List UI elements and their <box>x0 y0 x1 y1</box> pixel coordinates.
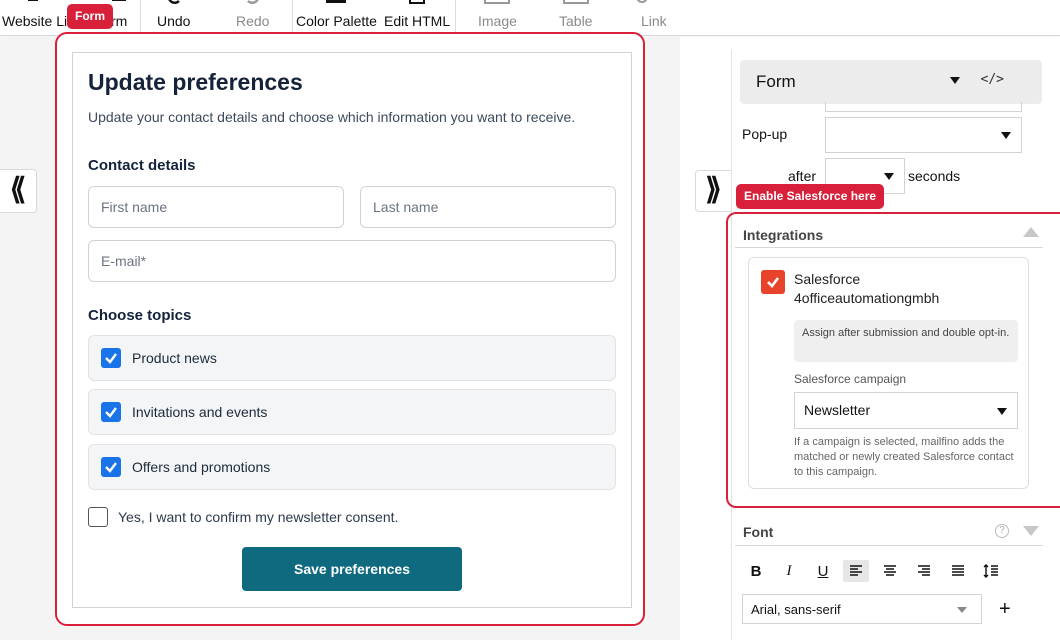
checkbox-checked-icon[interactable] <box>101 348 121 368</box>
last-name-field[interactable] <box>360 186 616 228</box>
color-palette-button[interactable]: Color Palette <box>296 0 377 36</box>
table-button[interactable]: Table <box>559 0 592 36</box>
preferences-form: Update preferences Update your contact d… <box>72 52 632 608</box>
campaign-label: Salesforce campaign <box>794 372 907 386</box>
help-icon[interactable]: ? <box>995 524 1009 538</box>
dropdown-arrow-icon <box>957 607 967 613</box>
seconds-label: seconds <box>908 168 961 184</box>
form-title: Update preferences <box>88 69 303 95</box>
link-icon <box>634 0 674 4</box>
dropdown-arrow-icon <box>1001 132 1011 139</box>
save-preferences-button[interactable]: Save preferences <box>242 547 462 591</box>
choose-topics-heading: Choose topics <box>88 307 192 324</box>
font-header[interactable]: Font ? <box>735 518 1043 546</box>
hidden-field-box <box>825 102 1022 112</box>
font-family-select[interactable]: Arial, sans-serif <box>742 594 982 624</box>
campaign-help-text: If a campaign is selected, mailfino adds… <box>794 436 1014 478</box>
enable-salesforce-tag: Enable Salesforce here <box>736 184 885 209</box>
checkbox-empty-icon[interactable] <box>88 507 108 527</box>
contact-details-heading: Contact details <box>88 157 196 174</box>
consent-label: Yes, I want to confirm my newsletter con… <box>118 509 399 525</box>
popup-select[interactable] <box>825 117 1022 153</box>
assign-note: Assign after submission and double opt-i… <box>794 320 1018 362</box>
toolbar-divider <box>455 0 456 34</box>
line-height-icon[interactable] <box>978 560 1004 582</box>
redo-button[interactable]: Redo <box>236 0 269 36</box>
email-field[interactable] <box>88 240 616 282</box>
code-icon[interactable]: </> <box>981 72 1004 87</box>
expand-right-icon[interactable]: ⟫ <box>695 170 732 212</box>
salesforce-name: Salesforce 4officeautomationgmbh <box>794 271 940 306</box>
link-button[interactable]: Link <box>636 0 667 36</box>
topic-option[interactable]: Offers and promotions <box>88 444 616 490</box>
element-type-select[interactable]: Form </> <box>740 60 1042 104</box>
bold-icon[interactable]: B <box>743 560 769 582</box>
dropdown-arrow-icon <box>997 408 1007 415</box>
topic-label: Product news <box>132 350 217 366</box>
collapse-left-icon[interactable]: ⟪ <box>0 169 37 213</box>
redo-icon <box>246 0 260 4</box>
topic-label: Invitations and events <box>132 404 268 420</box>
checkbox-checked-icon[interactable] <box>101 402 121 422</box>
after-label: after <box>788 168 817 184</box>
image-icon <box>484 0 511 4</box>
integrations-heading: Integrations <box>743 227 824 243</box>
underline-icon[interactable]: U <box>810 560 836 582</box>
form-tag: Form <box>67 4 113 29</box>
topic-option[interactable]: Product news <box>88 335 616 381</box>
dropdown-arrow-icon <box>884 173 894 180</box>
dropdown-arrow-icon <box>950 77 960 84</box>
website-link-button[interactable]: Website Li <box>2 0 67 36</box>
form-icon <box>112 0 127 4</box>
table-icon <box>562 0 589 4</box>
color-palette-icon <box>324 0 348 4</box>
add-font-icon[interactable]: + <box>999 598 1011 621</box>
form-selection-frame: Update preferences Update your contact d… <box>55 32 645 626</box>
form-description: Update your contact details and choose w… <box>88 109 576 125</box>
edit-html-button[interactable]: Edit HTML <box>384 0 450 36</box>
first-name-field[interactable] <box>88 186 344 228</box>
undo-icon <box>167 0 181 4</box>
align-left-icon[interactable] <box>843 560 869 582</box>
italic-icon[interactable]: I <box>776 560 802 582</box>
font-heading: Font <box>743 524 774 540</box>
html-icon <box>408 0 426 4</box>
collapse-arrow-icon[interactable] <box>1023 227 1039 237</box>
align-center-icon[interactable] <box>877 560 903 582</box>
campaign-select[interactable]: Newsletter <box>794 392 1018 429</box>
editor-toolbar: Website Li rm Form Undo Redo Color Palet… <box>0 0 1060 36</box>
checkbox-checked-icon[interactable] <box>101 457 121 477</box>
toolbar-divider <box>292 0 293 34</box>
align-justify-icon[interactable] <box>945 560 971 582</box>
align-right-icon[interactable] <box>911 560 937 582</box>
topic-label: Offers and promotions <box>132 459 271 475</box>
integrations-header[interactable]: Integrations <box>735 218 1043 248</box>
form-button[interactable]: rm <box>111 0 127 36</box>
salesforce-integration-card: Salesforce 4officeautomationgmbh Assign … <box>748 257 1029 489</box>
popup-label: Pop-up <box>742 126 788 142</box>
toolbar-divider <box>140 0 141 34</box>
salesforce-checkbox-icon[interactable] <box>761 270 785 294</box>
image-button[interactable]: Image <box>478 0 517 36</box>
website-link-icon <box>27 0 42 4</box>
undo-button[interactable]: Undo <box>157 0 190 36</box>
newsletter-consent[interactable]: Yes, I want to confirm my newsletter con… <box>88 507 398 527</box>
topic-option[interactable]: Invitations and events <box>88 389 616 435</box>
expand-arrow-icon[interactable] <box>1023 526 1039 536</box>
